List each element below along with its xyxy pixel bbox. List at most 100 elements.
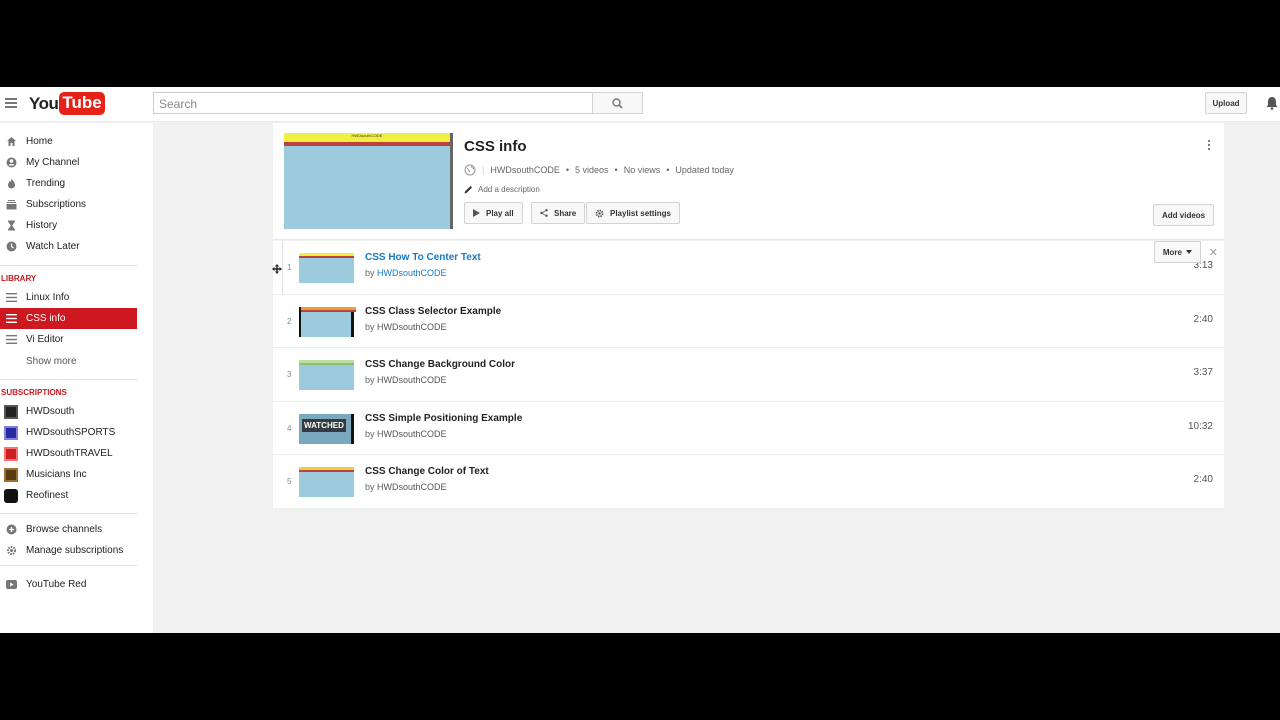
sidebar-divider — [0, 379, 137, 380]
table-row[interactable]: 1 CSS How To Center Text by HWDsouthCODE… — [272, 241, 1224, 295]
playlist-owner[interactable]: HWDsouthCODE — [490, 165, 560, 175]
chevron-down-icon — [1186, 250, 1192, 254]
sidebar-item-subscription[interactable]: Musicians Inc — [0, 464, 137, 485]
video-thumbnail[interactable] — [299, 253, 354, 283]
add-circle-icon — [6, 524, 17, 535]
video-title[interactable]: CSS Simple Positioning Example — [365, 413, 522, 424]
watched-badge: WATCHED — [302, 418, 346, 432]
video-thumbnail[interactable] — [299, 306, 356, 337]
channel-link[interactable]: HWDsouthCODE — [377, 375, 447, 385]
playlist-icon — [6, 313, 17, 324]
video-title[interactable]: CSS Change Background Color — [365, 359, 515, 370]
channel-avatar — [4, 446, 18, 461]
playlist-video-list: 1 CSS How To Center Text by HWDsouthCODE… — [272, 241, 1224, 509]
sidebar-item-history[interactable]: History — [0, 215, 137, 236]
video-index: 4 — [287, 423, 292, 433]
search-icon — [612, 97, 623, 109]
youtube-logo[interactable]: You Tube — [29, 92, 105, 115]
playlist-thumbnail[interactable]: HWDsouthCODE — [284, 133, 453, 229]
table-row[interactable]: 3 CSS Change Background Color by HWDsout… — [273, 348, 1224, 402]
sidebar: Home My Channel Trending Subscriptions H… — [0, 123, 153, 633]
video-thumbnail[interactable] — [299, 360, 354, 390]
video-index: 2 — [287, 316, 292, 326]
subscriptions-icon — [6, 199, 17, 210]
sidebar-item-home[interactable]: Home — [0, 131, 137, 152]
flame-icon — [6, 178, 17, 189]
sidebar-item-subscription[interactable]: HWDsouthSPORTS — [0, 422, 137, 443]
drag-handle-icon[interactable] — [272, 264, 282, 274]
sidebar-item-subscription[interactable]: HWDsouthTRAVEL — [0, 443, 137, 464]
sidebar-item-linux-info[interactable]: Linux Info — [0, 287, 137, 308]
video-title[interactable]: CSS Class Selector Example — [365, 306, 501, 317]
show-more-link[interactable]: Show more — [26, 356, 77, 367]
clock-icon — [6, 241, 17, 252]
sidebar-item-trending[interactable]: Trending — [0, 173, 137, 194]
video-title[interactable]: CSS Change Color of Text — [365, 466, 489, 477]
subscriptions-heading: SUBSCRIPTIONS — [1, 388, 67, 397]
table-row[interactable]: 4 WATCHED CSS Simple Positioning Example… — [273, 402, 1224, 455]
channel-link[interactable]: HWDsouthCODE — [377, 482, 447, 492]
add-videos-button[interactable]: Add videos — [1153, 204, 1215, 226]
youtube-red-icon — [6, 579, 17, 590]
more-options-icon[interactable] — [1208, 140, 1212, 152]
video-duration: 2:40 — [1193, 313, 1213, 325]
library-heading: LIBRARY — [1, 274, 37, 283]
sidebar-item-watch-later[interactable]: Watch Later — [0, 236, 137, 257]
add-description-link[interactable]: Add a description — [464, 185, 540, 194]
sidebar-item-browse-channels[interactable]: Browse channels — [0, 519, 137, 540]
sidebar-item-css-info[interactable]: CSS info — [0, 308, 137, 329]
playlist-meta: | HWDsouthCODE • 5 videos • No views • U… — [464, 164, 734, 176]
search-button[interactable] — [592, 92, 643, 114]
table-row[interactable]: 5 CSS Change Color of Text by HWDsouthCO… — [273, 455, 1224, 509]
table-row[interactable]: 2 CSS Class Selector Example by HWDsouth… — [273, 295, 1224, 348]
sidebar-item-subscription[interactable]: Reofinest — [0, 485, 137, 506]
video-duration: 2:40 — [1193, 474, 1213, 485]
updated-text: Updated today — [675, 165, 734, 175]
share-button[interactable]: Share — [531, 202, 586, 224]
gear-icon — [6, 545, 17, 556]
playlist-settings-button[interactable]: Playlist settings — [586, 202, 680, 224]
channel-link[interactable]: HWDsouthCODE — [377, 268, 447, 278]
channel-avatar — [4, 488, 18, 503]
person-icon — [6, 157, 17, 168]
play-icon — [473, 209, 480, 217]
remove-video-icon[interactable]: ✕ — [1209, 246, 1218, 259]
channel-avatar — [4, 467, 18, 482]
sidebar-item-subscriptions[interactable]: Subscriptions — [0, 194, 137, 215]
share-icon — [540, 209, 548, 217]
video-title[interactable]: CSS How To Center Text — [365, 252, 481, 263]
sidebar-divider — [0, 565, 137, 566]
play-all-button[interactable]: Play all — [464, 202, 523, 224]
video-thumbnail[interactable] — [299, 467, 354, 497]
globe-icon[interactable] — [464, 164, 476, 176]
sidebar-item-my-channel[interactable]: My Channel — [0, 152, 137, 173]
video-thumbnail[interactable]: WATCHED — [299, 413, 354, 444]
video-index: 3 — [287, 370, 292, 379]
video-index: 5 — [287, 477, 292, 486]
sidebar-item-vi-editor[interactable]: Vi Editor — [0, 329, 137, 350]
home-icon — [6, 136, 17, 147]
sidebar-item-youtube-red[interactable]: YouTube Red — [0, 574, 137, 595]
playlist-icon — [6, 292, 17, 303]
channel-link[interactable]: HWDsouthCODE — [377, 429, 447, 439]
hourglass-icon — [6, 220, 17, 231]
sidebar-item-subscription[interactable]: HWDsouth — [0, 401, 137, 422]
masthead: You Tube Search Upload — [0, 87, 1280, 122]
channel-avatar — [4, 404, 18, 419]
upload-button[interactable]: Upload — [1205, 92, 1247, 114]
channel-link[interactable]: HWDsouthCODE — [377, 322, 447, 332]
video-count: 5 videos — [575, 165, 609, 175]
playlist-icon — [6, 334, 17, 345]
video-duration: 10:32 — [1187, 420, 1213, 432]
bell-icon[interactable] — [1266, 96, 1278, 110]
sidebar-divider — [0, 265, 137, 266]
menu-icon[interactable] — [5, 98, 17, 108]
video-index: 1 — [287, 263, 292, 272]
playlist-title: CSS info — [464, 138, 527, 155]
sidebar-item-manage-subscriptions[interactable]: Manage subscriptions — [0, 540, 137, 561]
view-count: No views — [623, 165, 661, 175]
search-input[interactable]: Search — [153, 92, 593, 114]
more-dropdown-button[interactable]: More — [1153, 241, 1201, 263]
youtube-window: You Tube Search Upload Home My Channel Tr… — [0, 87, 1280, 633]
pencil-icon — [464, 186, 472, 194]
